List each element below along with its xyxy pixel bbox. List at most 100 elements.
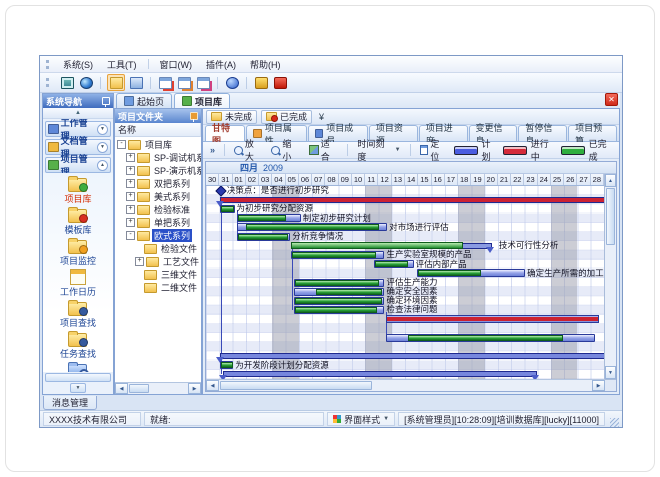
menu-window[interactable]: 窗口(W) bbox=[153, 57, 200, 72]
lock-button[interactable] bbox=[253, 75, 269, 90]
pin-icon[interactable] bbox=[190, 112, 198, 120]
gantt-horizontal-scrollbar[interactable]: ◀ ▶ bbox=[206, 379, 605, 391]
folder-window-button[interactable] bbox=[128, 75, 144, 90]
menu-system[interactable]: 系统(S) bbox=[56, 57, 100, 72]
zoom-in-button[interactable]: 放大 bbox=[231, 136, 265, 164]
gantt-vertical-scrollbar[interactable]: ▲ ▼ bbox=[604, 174, 616, 379]
scrollbar-thumb[interactable] bbox=[606, 188, 615, 245]
summary-bar[interactable] bbox=[223, 371, 537, 377]
task-bar[interactable] bbox=[294, 279, 385, 287]
expand-icon[interactable]: + bbox=[126, 205, 135, 214]
menu-plugins[interactable]: 插件(A) bbox=[199, 57, 243, 72]
inprogress-bar[interactable] bbox=[386, 315, 599, 323]
power-button[interactable] bbox=[272, 75, 288, 90]
window-mail-2-button[interactable] bbox=[176, 75, 192, 90]
scroll-left-icon[interactable]: ◀ bbox=[206, 380, 219, 391]
scroll-left-icon[interactable]: ◀ bbox=[115, 383, 128, 394]
menubar-grip[interactable] bbox=[46, 60, 51, 69]
ui-style-button[interactable]: 界面样式 ▼ bbox=[327, 412, 395, 426]
toolbar-expand-button[interactable]: » bbox=[207, 144, 218, 156]
close-icon[interactable]: ✕ bbox=[605, 93, 618, 106]
gantt-body: 决策点：是否进行初步研究为初步研究分配资源制定初步研究计划对市场进行评估分析竞争… bbox=[206, 186, 604, 379]
window-mail-1-button[interactable] bbox=[157, 75, 173, 90]
task-bar[interactable] bbox=[294, 306, 385, 314]
summary-bar[interactable] bbox=[220, 353, 604, 359]
expand-icon[interactable]: + bbox=[126, 166, 135, 175]
resize-grip[interactable] bbox=[610, 418, 619, 427]
monitor-button[interactable] bbox=[59, 75, 75, 90]
expand-icon[interactable]: + bbox=[126, 153, 135, 162]
tree-column-header[interactable]: 名称 bbox=[115, 123, 201, 137]
message-management-tab[interactable]: 消息管理 bbox=[43, 396, 97, 410]
task-bar[interactable] bbox=[237, 233, 291, 241]
scroll-up-icon[interactable]: ▲ bbox=[605, 174, 616, 187]
scroll-down-icon[interactable]: ▼ bbox=[605, 366, 616, 379]
toolbar-grip[interactable] bbox=[46, 78, 51, 87]
work-calendar-icon bbox=[68, 269, 87, 284]
expand-icon[interactable]: + bbox=[135, 257, 144, 266]
collapse-icon[interactable]: - bbox=[126, 231, 135, 240]
task-bar[interactable] bbox=[374, 260, 413, 268]
menu-help[interactable]: 帮助(H) bbox=[243, 57, 288, 72]
fit-button[interactable]: 适合 bbox=[306, 136, 341, 164]
group-project-mgmt[interactable]: 项目管理▲ bbox=[45, 157, 111, 173]
locate-button[interactable]: 定位 bbox=[417, 136, 451, 164]
tree-node[interactable]: +SP-演示机系 bbox=[115, 164, 201, 177]
tab-start-page[interactable]: 起始页 bbox=[116, 93, 172, 108]
sidebar-item-project-doc-search[interactable]: 项目文档查找 bbox=[51, 362, 105, 372]
timescale-dropdown[interactable]: 时间刻度▼ bbox=[354, 136, 403, 164]
folder-open-button[interactable] bbox=[107, 74, 125, 91]
task-bar[interactable] bbox=[220, 205, 235, 213]
tab-project-library[interactable]: 项目库 bbox=[174, 93, 230, 108]
task-bar[interactable] bbox=[294, 297, 385, 305]
menu-separator bbox=[148, 59, 149, 69]
tree-node[interactable]: +检验标准 bbox=[115, 203, 201, 216]
scrollbar-thumb[interactable] bbox=[129, 384, 149, 393]
pin-icon[interactable] bbox=[102, 97, 110, 105]
tree-node[interactable]: +单把系列 bbox=[115, 216, 201, 229]
task-search-icon bbox=[68, 331, 87, 346]
help-button[interactable] bbox=[224, 75, 240, 90]
collapsed-group-sliver[interactable] bbox=[45, 373, 111, 382]
task-bar[interactable] bbox=[386, 334, 595, 342]
nav-scroll-down-button[interactable]: ▼ bbox=[70, 383, 86, 393]
tree-node[interactable]: +SP-调试机系 bbox=[115, 151, 201, 164]
tree-node[interactable]: -项目库 bbox=[115, 138, 201, 151]
sidebar-item-project-library[interactable]: 项目库 bbox=[64, 176, 91, 205]
tree-node[interactable]: 三维文件 bbox=[115, 268, 201, 281]
sidebar-item-project-monitor[interactable]: 项目监控 bbox=[60, 238, 96, 267]
task-bar[interactable] bbox=[237, 214, 301, 222]
tree-node[interactable]: +工艺文件 bbox=[115, 255, 201, 268]
chevron-down-icon[interactable]: ▼ bbox=[97, 124, 108, 135]
sidebar-item-task-search[interactable]: 任务查找 bbox=[60, 331, 96, 360]
sidebar-item-project-search[interactable]: 项目查找 bbox=[60, 300, 96, 329]
chevron-down-icon[interactable]: ▼ bbox=[97, 142, 108, 153]
scroll-right-icon[interactable]: ▶ bbox=[188, 383, 201, 394]
tree-node[interactable]: +双把系列 bbox=[115, 177, 201, 190]
globe-button[interactable] bbox=[78, 75, 94, 90]
scroll-right-icon[interactable]: ▶ bbox=[592, 380, 605, 391]
task-bar[interactable] bbox=[294, 288, 385, 296]
scrollbar-thumb[interactable] bbox=[220, 381, 372, 390]
expand-icon[interactable]: + bbox=[126, 218, 135, 227]
menu-tools[interactable]: 工具(T) bbox=[100, 57, 144, 72]
summary-bar[interactable] bbox=[220, 197, 604, 203]
sidebar-item-work-calendar[interactable]: 工作日历 bbox=[60, 269, 96, 298]
tree-node[interactable]: +美式系列 bbox=[115, 190, 201, 203]
task-bar[interactable] bbox=[220, 361, 233, 369]
expand-icon[interactable]: + bbox=[126, 192, 135, 201]
tree-horizontal-scrollbar[interactable]: ◀ ▶ bbox=[115, 382, 201, 394]
task-bar[interactable] bbox=[291, 251, 385, 259]
folder-window-icon bbox=[130, 77, 143, 89]
expand-icon[interactable]: + bbox=[126, 179, 135, 188]
tree-node[interactable]: 检验文件 bbox=[115, 242, 201, 255]
tree-node[interactable]: 二维文件 bbox=[115, 281, 201, 294]
sidebar-item-template-library[interactable]: 模板库 bbox=[64, 207, 91, 236]
window-mail-3-button[interactable] bbox=[195, 75, 211, 90]
tree-node[interactable]: -欧式系列 bbox=[115, 229, 201, 242]
task-label: 检查法律问题 bbox=[386, 305, 437, 314]
zoom-out-button[interactable]: 缩小 bbox=[268, 136, 302, 164]
chevron-up-icon[interactable]: ▲ bbox=[97, 160, 108, 171]
nav-scroll-up-button[interactable]: ▲ bbox=[43, 108, 113, 119]
collapse-icon[interactable]: - bbox=[117, 140, 126, 149]
